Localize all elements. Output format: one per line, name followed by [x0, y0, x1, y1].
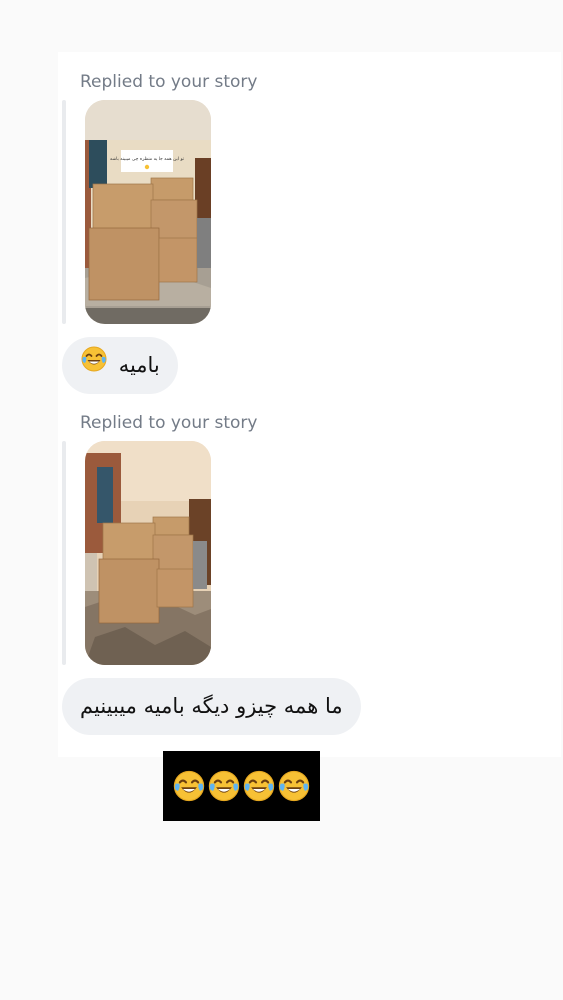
message-bubble[interactable]: بامیه: [62, 337, 178, 394]
reply-quote-bar: [62, 100, 66, 324]
message-text: بامیه: [118, 353, 160, 377]
emoji-sticker[interactable]: [163, 751, 320, 821]
reply-label: Replied to your story: [80, 72, 258, 92]
face-with-tears-of-joy-icon: [277, 769, 311, 803]
reply-label: Replied to your story: [80, 413, 258, 433]
face-with-tears-of-joy-icon: [172, 769, 206, 803]
story-overlay-text: تو این همه جا یه منظره چی میبینه باشه: [110, 157, 185, 162]
message-text: ما همه چیزو دیگه بامیه میبینیم: [80, 694, 343, 718]
face-with-tears-of-joy-icon: [80, 338, 108, 395]
chat-thread[interactable]: Replied to your story تو این همه جا یه م…: [58, 52, 561, 757]
story-thumbnail[interactable]: تو این همه جا یه منظره چی میبینه باشه: [85, 100, 211, 324]
face-with-tears-of-joy-icon: [242, 769, 276, 803]
reply-quote-bar: [62, 441, 66, 665]
message-bubble[interactable]: ما همه چیزو دیگه بامیه میبینیم: [62, 678, 361, 735]
face-with-tears-of-joy-icon: [207, 769, 241, 803]
story-photo-boxes: [85, 441, 211, 665]
chat-screen: Replied to your story تو این همه جا یه م…: [0, 0, 563, 1000]
story-photo-boxes: تو این همه جا یه منظره چی میبینه باشه: [85, 100, 211, 324]
story-thumbnail[interactable]: [85, 441, 211, 665]
